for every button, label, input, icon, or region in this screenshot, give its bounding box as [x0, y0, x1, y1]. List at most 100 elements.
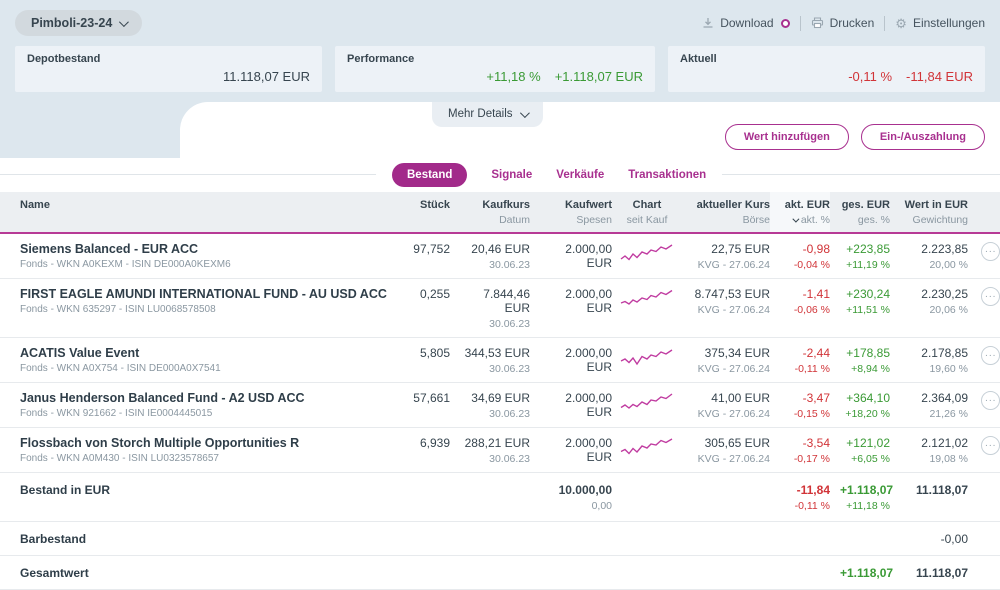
sparkline-chart — [619, 436, 675, 458]
portfolio-name: Pimboli-23-24 — [31, 16, 112, 30]
col-header-akt-sorted[interactable]: akt. EURakt. % — [770, 192, 830, 233]
summary-label: Gesamtwert — [20, 566, 89, 580]
action-buttons: Wert hinzufügen Ein-/Auszahlung — [725, 124, 985, 150]
download-label: Download — [720, 16, 773, 30]
tab-signale[interactable]: Signale — [491, 169, 532, 181]
mehr-details-button[interactable]: Mehr Details — [432, 102, 543, 127]
kurs-cell: 375,34 EURKVG - 27.06.24 — [682, 338, 770, 383]
kaufwert-cell: 2.000,00 EUR — [530, 383, 612, 428]
table-row[interactable]: ACATIS Value Event Fonds - WKN A0X754 - I… — [0, 338, 1000, 383]
kaufkurs-cell: 34,69 EUR30.06.23 — [450, 383, 530, 428]
kurs-cell: 305,65 EURKVG - 27.06.24 — [682, 428, 770, 473]
row-actions-button[interactable]: ··· — [981, 436, 1000, 455]
row-actions-button[interactable]: ··· — [981, 242, 1000, 261]
fund-name[interactable]: ACATIS Value Event — [20, 346, 394, 360]
akt-cell: -3,47-0,15 % — [770, 383, 830, 428]
print-label: Drucken — [830, 16, 875, 30]
fund-name[interactable]: Flossbach von Storch Multiple Opportunit… — [20, 436, 394, 450]
wert-cell: 2.364,0921,26 % — [890, 383, 968, 428]
wert-hinzufuegen-button[interactable]: Wert hinzufügen — [725, 124, 849, 150]
print-button[interactable]: Drucken — [811, 16, 875, 30]
col-header-kaufwert[interactable]: KaufwertSpesen — [530, 192, 612, 233]
bestand-summary-row: Bestand in EUR 10.000,000,00 -11,84-0,11… — [0, 473, 1000, 522]
sparkline-chart — [619, 287, 675, 309]
row-actions-button[interactable]: ··· — [981, 391, 1000, 410]
table-row[interactable]: Siemens Balanced - EUR ACC Fonds - WKN A0… — [0, 233, 1000, 279]
gesamtwert-row: Gesamtwert +1.118,07 11.118,07 — [0, 556, 1000, 590]
download-badge-icon — [781, 19, 790, 28]
table-header-row: Name Stück KaufkursDatum KaufwertSpesen … — [0, 192, 1000, 233]
divider — [800, 16, 801, 31]
ges-cell: +230,24+11,51 % — [830, 279, 890, 338]
portfolio-selector[interactable]: Pimboli-23-24 — [15, 10, 142, 36]
col-header-ges[interactable]: ges. EURges. % — [830, 192, 890, 233]
fund-details: Fonds - WKN 635297 - ISIN LU0068578508 — [20, 304, 394, 315]
kaufwert-cell: 10.000,000,00 — [530, 473, 612, 522]
performance-percent: +11,18 % — [486, 69, 540, 84]
card-aktuell: Aktuell -0,11 % -11,84 EUR — [668, 46, 985, 92]
sparkline-chart — [619, 242, 675, 264]
row-actions-button[interactable]: ··· — [981, 287, 1000, 306]
table-row[interactable]: FIRST EAGLE AMUNDI INTERNATIONAL FUND - … — [0, 279, 1000, 338]
wert-cell: 2.223,8520,00 % — [890, 233, 968, 279]
kaufkurs-cell: 344,53 EUR30.06.23 — [450, 338, 530, 383]
fund-name[interactable]: Janus Henderson Balanced Fund - A2 USD A… — [20, 391, 394, 405]
table-row[interactable]: Flossbach von Storch Multiple Opportunit… — [0, 428, 1000, 473]
fund-name[interactable]: Siemens Balanced - EUR ACC — [20, 242, 394, 256]
table-row[interactable]: Janus Henderson Balanced Fund - A2 USD A… — [0, 383, 1000, 428]
akt-cell: -2,44-0,11 % — [770, 338, 830, 383]
kaufkurs-cell: 7.844,46 EUR30.06.23 — [450, 279, 530, 338]
barbestand-row: Barbestand -0,00 — [0, 522, 1000, 556]
stueck-cell: 57,661 — [394, 383, 450, 428]
col-header-kaufkurs[interactable]: KaufkursDatum — [450, 192, 530, 233]
kurs-cell: 8.747,53 EURKVG - 27.06.24 — [682, 279, 770, 338]
tab-verkaeufe[interactable]: Verkäufe — [556, 169, 604, 181]
tab-bestand[interactable]: Bestand — [392, 163, 467, 187]
akt-cell: -0,98-0,04 % — [770, 233, 830, 279]
col-header-kurs[interactable]: aktueller KursBörse — [682, 192, 770, 233]
ein-auszahlung-button[interactable]: Ein-/Auszahlung — [861, 124, 985, 150]
col-header-actions — [968, 192, 1000, 233]
col-header-chart[interactable]: Chartseit Kauf — [612, 192, 682, 233]
sparkline-chart — [619, 391, 675, 413]
row-actions-button[interactable]: ··· — [981, 346, 1000, 365]
fund-details: Fonds - WKN A0X754 - ISIN DE000A0X7541 — [20, 363, 394, 374]
col-header-wert[interactable]: Wert in EURGewichtung — [890, 192, 968, 233]
chart-cell — [612, 428, 682, 473]
kaufkurs-cell: 288,21 EUR30.06.23 — [450, 428, 530, 473]
wert-cell: 11.118,07 — [890, 473, 968, 522]
mid-strip: Mehr Details Wert hinzufügen Ein-/Auszah… — [0, 102, 1000, 158]
akt-cell: -3,54-0,17 % — [770, 428, 830, 473]
chart-cell — [612, 279, 682, 338]
download-icon — [702, 17, 714, 29]
col-header-name[interactable]: Name — [0, 192, 394, 233]
stueck-cell: 97,752 — [394, 233, 450, 279]
settings-button[interactable]: ⚙ Einstellungen — [895, 16, 985, 30]
fund-name[interactable]: FIRST EAGLE AMUNDI INTERNATIONAL FUND - … — [20, 287, 394, 301]
fund-details: Fonds - WKN 921662 - ISIN IE0004445015 — [20, 408, 394, 419]
fund-details: Fonds - WKN A0M430 - ISIN LU0323578657 — [20, 453, 394, 464]
chart-cell — [612, 383, 682, 428]
performance-value: +1.118,07 EUR — [555, 69, 643, 84]
ges-cell: +364,10+18,20 % — [830, 383, 890, 428]
card-label: Aktuell — [680, 53, 973, 65]
tab-transaktionen[interactable]: Transaktionen — [628, 169, 706, 181]
ges-cell: +121,02+6,05 % — [830, 428, 890, 473]
fund-details: Fonds - WKN A0KEXM - ISIN DE000A0KEXM6 — [20, 259, 394, 270]
aktuell-percent: -0,11 % — [848, 69, 892, 84]
summary-label: Bestand in EUR — [20, 483, 110, 497]
ges-cell: +223,85+11,19 % — [830, 233, 890, 279]
settings-label: Einstellungen — [913, 16, 985, 30]
stueck-cell: 0,255 — [394, 279, 450, 338]
holdings-table: Name Stück KaufkursDatum KaufwertSpesen … — [0, 192, 1000, 590]
kaufwert-cell: 2.000,00 EUR — [530, 428, 612, 473]
col-header-stueck[interactable]: Stück — [394, 192, 450, 233]
top-band: Pimboli-23-24 Download Drucken ⚙ Einstel… — [0, 0, 1000, 102]
summary-label: Barbestand — [20, 532, 86, 546]
kurs-cell: 22,75 EURKVG - 27.06.24 — [682, 233, 770, 279]
wert-cell: 2.121,0219,08 % — [890, 428, 968, 473]
summary-cards: Depotbestand 11.118,07 EUR Performance +… — [15, 46, 985, 92]
card-performance: Performance +11,18 % +1.118,07 EUR — [335, 46, 655, 92]
kaufkurs-cell: 20,46 EUR30.06.23 — [450, 233, 530, 279]
download-button[interactable]: Download — [702, 16, 789, 30]
